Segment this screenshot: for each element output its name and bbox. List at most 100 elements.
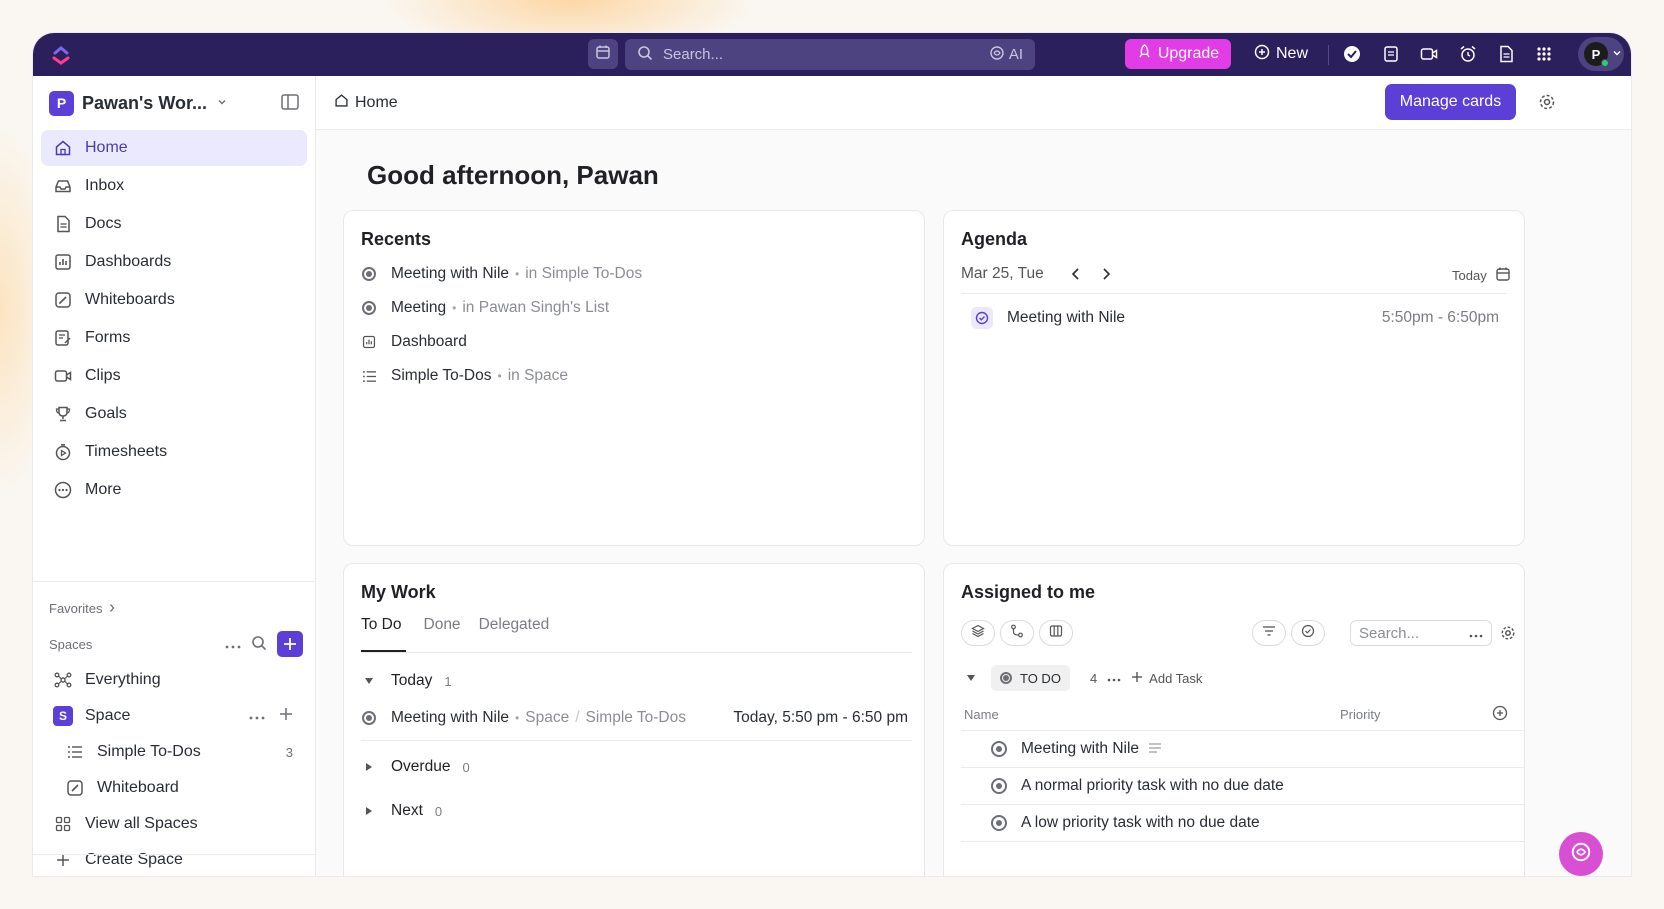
recent-item[interactable]: Simple To-Dos • in Space [361, 367, 568, 385]
inbox-icon [53, 176, 73, 196]
whiteboard-icon [53, 290, 73, 310]
more-options-icon[interactable] [225, 637, 241, 652]
sidebar-item-simple-todos[interactable]: Simple To-Dos 3 [33, 734, 315, 770]
more-options-icon[interactable] [1107, 669, 1121, 687]
spaces-header: Spaces [33, 630, 315, 658]
more-icon [53, 480, 73, 500]
agenda-card: Agenda Mar 25, Tue Today Meeting with Ni… [943, 210, 1525, 546]
sidebar-item-forms[interactable]: Forms [41, 320, 307, 356]
check-circle-icon[interactable] [1340, 42, 1364, 66]
timer-icon [53, 442, 73, 462]
group-overdue[interactable]: Overdue 0 [361, 758, 470, 776]
new-button[interactable]: New [1245, 39, 1317, 69]
calendar-icon[interactable] [1495, 266, 1511, 287]
video-record-icon[interactable] [1417, 42, 1441, 66]
sidebar-item-whiteboard[interactable]: Whiteboard [33, 770, 315, 806]
rocket-icon [1137, 44, 1152, 64]
sidebar-item-inbox[interactable]: Inbox [41, 168, 307, 204]
caret-down-icon[interactable] [961, 674, 981, 682]
tab-todo[interactable]: To Do [361, 616, 406, 652]
ai-button[interactable]: AI [989, 45, 1023, 65]
favorites-label: Favorites [49, 600, 103, 616]
favorites-header[interactable]: Favorites [33, 596, 315, 620]
table-row[interactable]: Meeting with Nile [961, 731, 1524, 768]
table-row[interactable]: A normal priority task with no due date [961, 768, 1524, 805]
upgrade-button[interactable]: Upgrade [1125, 39, 1231, 69]
add-column-icon[interactable] [1492, 705, 1508, 726]
clickup-logo-icon[interactable] [49, 43, 73, 67]
recent-item-location: in Simple To-Dos [525, 265, 643, 282]
global-search-input[interactable]: Search... AI [625, 39, 1035, 70]
chevron-left-icon[interactable] [1070, 267, 1082, 286]
add-space-button[interactable] [277, 631, 303, 657]
recent-item[interactable]: Meeting • in Pawan Singh's List [361, 299, 609, 317]
agenda-event-name: Meeting with Nile [1007, 309, 1126, 326]
ai-brain-icon [1570, 841, 1592, 868]
chevron-right-icon[interactable] [1100, 267, 1112, 286]
status-badge[interactable]: TO DO [991, 665, 1070, 691]
app-window: Search... AI Upgrade New P P Pawan's Wor… [32, 32, 1632, 877]
sidebar-item-label: Docs [85, 215, 122, 232]
sidebar-item-label: Clips [85, 367, 121, 384]
tab-done[interactable]: Done [424, 616, 461, 652]
caret-right-icon [361, 806, 377, 816]
sidebar-item-more[interactable]: More [41, 472, 307, 508]
sidebar-item-dashboards[interactable]: Dashboards [41, 244, 307, 280]
workspace-switcher[interactable]: P Pawan's Wor... [33, 76, 315, 130]
more-options-icon[interactable] [249, 707, 265, 725]
add-task-button[interactable]: Add Task [1131, 671, 1202, 686]
group-next[interactable]: Next 0 [361, 802, 442, 820]
manage-cards-button[interactable]: Manage cards [1385, 84, 1516, 120]
sidebar-item-space[interactable]: S Space [33, 698, 315, 734]
plus-icon[interactable] [279, 707, 293, 726]
recent-item[interactable]: Dashboard [361, 333, 467, 351]
divider [361, 740, 912, 741]
sidebar-item-docs[interactable]: Docs [41, 206, 307, 242]
filter-button[interactable] [1252, 620, 1286, 646]
alarm-clock-icon[interactable] [1456, 42, 1480, 66]
sidebar-item-label: Goals [85, 405, 127, 422]
tab-delegated[interactable]: Delegated [479, 616, 550, 652]
notepad-icon[interactable] [1379, 42, 1403, 66]
subtasks-button[interactable] [1000, 620, 1034, 646]
show-closed-button[interactable] [1291, 620, 1325, 646]
task-time: Today, 5:50 pm - 6:50 pm [733, 709, 908, 726]
calendar-button[interactable] [588, 39, 618, 69]
today-button[interactable]: Today [1452, 268, 1487, 283]
status-group-header: TO DO 4 Add Task [961, 665, 1202, 691]
sidebar-item-clips[interactable]: Clips [41, 358, 307, 394]
sidebar-item-whiteboards[interactable]: Whiteboards [41, 282, 307, 318]
breadcrumb[interactable]: Home [334, 93, 398, 113]
task-row[interactable]: Meeting with Nile • Space / Simple To-Do… [361, 700, 912, 736]
group-label: Overdue [391, 758, 451, 775]
sidebar-item-timesheets[interactable]: Timesheets [41, 434, 307, 470]
sidebar-toggle-icon[interactable] [280, 92, 300, 117]
ai-assistant-button[interactable] [1559, 832, 1603, 876]
sidebar-item-everything[interactable]: Everything [33, 662, 315, 698]
sidebar-item-home[interactable]: Home [41, 130, 307, 166]
gear-icon[interactable] [1538, 93, 1556, 116]
search-icon[interactable] [251, 635, 267, 654]
apps-grid-icon[interactable] [1532, 42, 1556, 66]
layers-button[interactable] [961, 620, 995, 646]
table-row[interactable]: A low priority task with no due date [961, 805, 1524, 842]
group-label: Next [391, 802, 423, 819]
group-today[interactable]: Today 1 [361, 672, 452, 690]
sidebar-item-label: Whiteboards [85, 291, 175, 308]
spaces-label: Spaces [49, 636, 93, 652]
plus-circle-icon [1254, 44, 1270, 65]
agenda-event[interactable]: Meeting with Nile 5:50pm - 6:50pm [961, 303, 1507, 333]
calendar-icon [595, 44, 611, 65]
user-avatar-menu[interactable]: P [1578, 37, 1624, 71]
gear-icon[interactable] [1500, 625, 1516, 646]
recent-item[interactable]: Meeting with Nile • in Simple To-Dos [361, 265, 642, 283]
ai-label: AI [1008, 46, 1023, 63]
sidebar-item-goals[interactable]: Goals [41, 396, 307, 432]
document-icon[interactable] [1494, 42, 1518, 66]
more-options-icon[interactable] [1469, 625, 1483, 642]
task-name: A normal priority task with no due date [1021, 777, 1284, 794]
columns-button[interactable] [1039, 620, 1073, 646]
sidebar-item-view-all-spaces[interactable]: View all Spaces [33, 806, 315, 842]
assigned-search-input[interactable]: Search... [1350, 620, 1492, 646]
chevron-right-icon [108, 601, 116, 616]
